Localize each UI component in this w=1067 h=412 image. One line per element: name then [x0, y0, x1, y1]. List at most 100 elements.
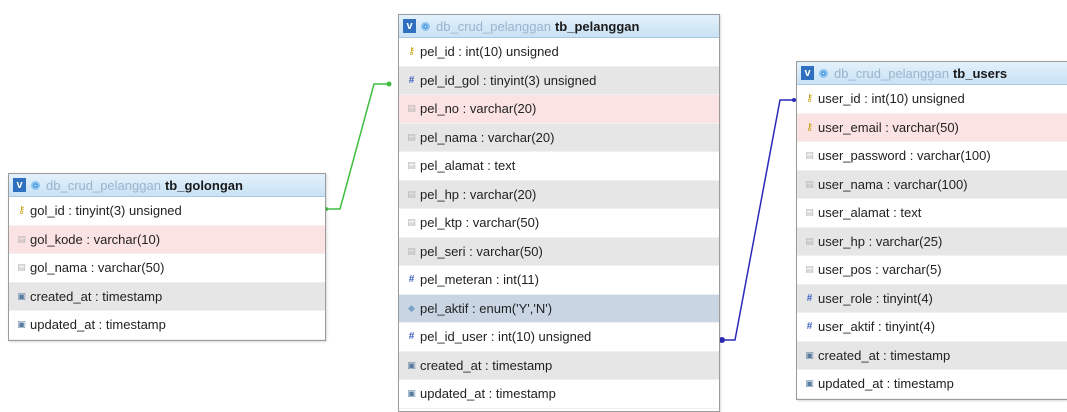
key-icon: ⚷: [805, 93, 814, 105]
hash-icon: #: [806, 292, 813, 304]
column-row[interactable]: ▣ updated_at : timestamp: [797, 370, 1067, 399]
column-definition: gol_nama : varchar(50): [30, 260, 165, 276]
column-row[interactable]: # pel_meteran : int(11): [399, 266, 719, 295]
hash-icon: #: [408, 274, 415, 286]
column-row[interactable]: ▤ gol_kode : varchar(10): [9, 225, 325, 254]
table-tb-golongan[interactable]: v db_crud_pelanggan tb_golongan ⚷ gol_id : t…: [8, 173, 326, 341]
column-definition: created_at : timestamp: [420, 357, 553, 373]
field-icon: ▤: [17, 233, 26, 244]
field-icon: ▤: [407, 245, 416, 256]
column-definition: user_pos : varchar(5): [818, 262, 942, 278]
column-definition: gol_id : tinyint(3) unsigned: [30, 203, 182, 219]
column-definition: pel_alamat : text: [420, 158, 516, 174]
column-row[interactable]: ▣ created_at : timestamp: [9, 282, 325, 311]
column-row[interactable]: # user_aktif : tinyint(4): [797, 313, 1067, 342]
column-definition: user_aktif : tinyint(4): [818, 319, 936, 335]
field-icon: ▤: [805, 264, 814, 275]
timestamp-icon: ▣: [17, 319, 26, 330]
field-icon: ▤: [407, 188, 416, 199]
column-row[interactable]: ▤ user_nama : varchar(100): [797, 170, 1067, 199]
collapse-toggle-icon[interactable]: v: [801, 66, 814, 80]
table-tb-users[interactable]: v db_crud_pelanggan tb_users ⚷ user_id : int…: [796, 61, 1067, 400]
column-row[interactable]: ▣ updated_at : timestamp: [399, 380, 719, 409]
column-definition: user_id : int(10) unsigned: [818, 91, 965, 107]
column-row[interactable]: ▤ pel_nama : varchar(20): [399, 123, 719, 152]
column-definition: updated_at : timestamp: [30, 317, 166, 333]
timestamp-icon: ▣: [407, 359, 416, 370]
hash-icon: #: [408, 331, 415, 343]
table-header[interactable]: v db_crud_pelanggan tb_golongan: [9, 174, 325, 197]
table-header[interactable]: v db_crud_pelanggan tb_users: [797, 62, 1067, 85]
column-row[interactable]: ⚷ gol_id : tinyint(3) unsigned: [9, 197, 325, 226]
column-definition: pel_seri : varchar(50): [420, 243, 543, 259]
key-icon: ⚷: [17, 205, 26, 217]
column-definition: pel_id_gol : tinyint(3) unsigned: [420, 72, 597, 88]
field-icon: ▤: [805, 178, 814, 189]
column-row[interactable]: ◆ pel_aktif : enum('Y','N'): [399, 294, 719, 323]
column-definition: pel_no : varchar(20): [420, 101, 537, 117]
column-row[interactable]: ⚷ pel_id : int(10) unsigned: [399, 38, 719, 67]
column-definition: user_role : tinyint(4): [818, 290, 933, 306]
column-definition: pel_ktp : varchar(50): [420, 215, 540, 231]
table-name: tb_users: [952, 65, 1008, 81]
column-definition: pel_meteran : int(11): [420, 272, 539, 288]
field-icon: ▤: [407, 217, 416, 228]
table-options-gear-icon[interactable]: [31, 180, 40, 190]
column-definition: pel_aktif : enum('Y','N'): [420, 300, 553, 316]
relation-line-golongan-pelanggan: [326, 83, 389, 210]
column-definition: user_alamat : text: [818, 205, 922, 221]
column-definition: user_email : varchar(50): [818, 119, 959, 135]
timestamp-icon: ▣: [17, 290, 26, 301]
column-row[interactable]: ▤ user_hp : varchar(25): [797, 227, 1067, 256]
table-options-gear-icon[interactable]: [819, 68, 828, 78]
collapse-toggle-icon[interactable]: v: [403, 19, 416, 33]
timestamp-icon: ▣: [407, 388, 416, 399]
column-definition: pel_nama : varchar(20): [420, 129, 555, 145]
column-row[interactable]: ⚷ user_email : varchar(50): [797, 113, 1067, 142]
hash-icon: #: [408, 74, 415, 86]
column-row[interactable]: ▤ pel_ktp : varchar(50): [399, 209, 719, 238]
table-name: tb_pelanggan: [554, 18, 640, 34]
column-row[interactable]: ▣ created_at : timestamp: [797, 341, 1067, 370]
field-icon: ▤: [805, 207, 814, 218]
column-definition: updated_at : timestamp: [420, 386, 556, 402]
column-definition: created_at : timestamp: [818, 347, 951, 363]
table-tb-pelanggan[interactable]: v db_crud_pelanggan tb_pelanggan ⚷ pel_id : …: [398, 14, 720, 412]
column-row[interactable]: ▤ user_alamat : text: [797, 199, 1067, 228]
column-definition: user_hp : varchar(25): [818, 233, 943, 249]
timestamp-icon: ▣: [805, 378, 814, 389]
table-header[interactable]: v db_crud_pelanggan tb_pelanggan: [399, 15, 719, 38]
collapse-toggle-icon[interactable]: v: [13, 178, 26, 192]
relation-line-users-pelanggan: [720, 99, 794, 341]
relation-dot-pelanggan-gol: [386, 81, 392, 87]
column-row[interactable]: # pel_id_user : int(10) unsigned: [399, 323, 719, 352]
column-row[interactable]: ▣ created_at : timestamp: [399, 351, 719, 380]
column-definition: created_at : timestamp: [30, 288, 163, 304]
timestamp-icon: ▣: [805, 349, 814, 360]
column-row[interactable]: ▤ pel_no : varchar(20): [399, 95, 719, 124]
field-icon: ▤: [407, 160, 416, 171]
table-options-gear-icon[interactable]: [421, 21, 430, 31]
column-row[interactable]: ▤ gol_nama : varchar(50): [9, 254, 325, 283]
column-definition: gol_kode : varchar(10): [30, 231, 161, 247]
column-row[interactable]: # user_role : tinyint(4): [797, 284, 1067, 313]
column-definition: user_password : varchar(100): [818, 148, 991, 164]
database-name: db_crud_pelanggan: [46, 177, 161, 193]
field-icon: ▤: [805, 150, 814, 161]
hash-icon: #: [806, 321, 813, 333]
key-icon: ⚷: [805, 121, 814, 133]
database-name: db_crud_pelanggan: [436, 18, 551, 34]
column-row[interactable]: # pel_id_gol : tinyint(3) unsigned: [399, 66, 719, 95]
column-row[interactable]: ▤ pel_seri : varchar(50): [399, 237, 719, 266]
column-row[interactable]: ⚷ user_id : int(10) unsigned: [797, 85, 1067, 114]
column-row[interactable]: ▤ user_password : varchar(100): [797, 142, 1067, 171]
field-icon: ▤: [17, 262, 26, 273]
field-icon: ▤: [805, 235, 814, 246]
column-row[interactable]: ▤ user_pos : varchar(5): [797, 256, 1067, 285]
column-row[interactable]: ▣ updated_at : timestamp: [9, 311, 325, 340]
database-name: db_crud_pelanggan: [834, 65, 949, 81]
table-name: tb_golongan: [164, 177, 243, 193]
column-row[interactable]: ▤ pel_hp : varchar(20): [399, 180, 719, 209]
field-icon: ▤: [407, 131, 416, 142]
column-row[interactable]: ▤ pel_alamat : text: [399, 152, 719, 181]
